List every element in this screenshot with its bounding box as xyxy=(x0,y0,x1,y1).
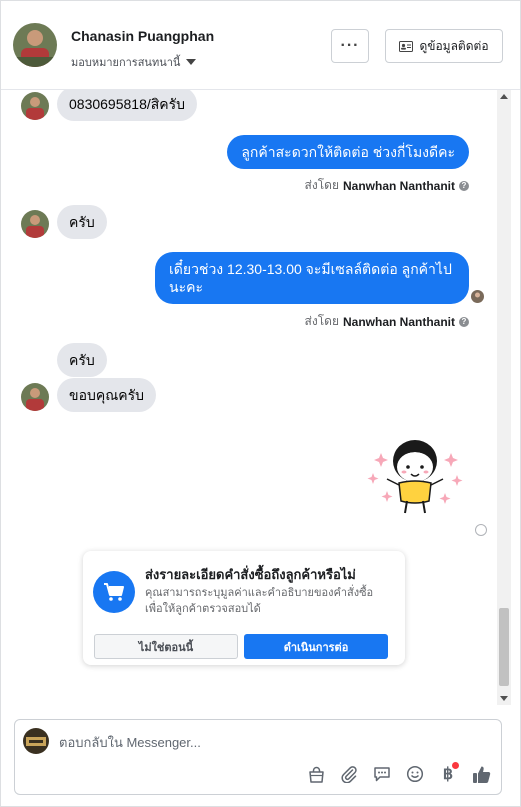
smiley-icon[interactable] xyxy=(403,762,427,786)
chat-scrollbar[interactable] xyxy=(497,90,511,705)
reply-input[interactable] xyxy=(59,732,439,752)
sent-by-label: ส่งโดย Nanwhan Nanthanit ? xyxy=(305,312,469,331)
sender-avatar xyxy=(21,383,49,411)
view-contact-info-button[interactable]: ดูข้อมูลติดต่อ xyxy=(385,29,503,63)
seen-icon xyxy=(475,524,487,536)
continue-button[interactable]: ดำเนินการต่อ xyxy=(244,634,388,659)
order-card-description: คุณสามารถระบุมูลค่าและคำอธิบายของคำสั่งซ… xyxy=(145,587,374,615)
scrollbar-thumb[interactable] xyxy=(499,608,509,686)
sent-by-label: ส่งโดย Nanwhan Nanthanit ? xyxy=(305,176,469,195)
contact-avatar[interactable] xyxy=(13,23,57,67)
order-card-title: ส่งรายละเอียดคำสั่งซื้อถึงลูกค้าหรือไม่ xyxy=(145,567,356,582)
not-now-button[interactable]: ไม่ใช่ตอนนี้ xyxy=(94,634,238,659)
more-options-button[interactable]: ··· xyxy=(331,29,369,63)
message-bubble-incoming[interactable]: 0830695818/สิครับ xyxy=(57,90,198,121)
cart-icon xyxy=(93,571,135,613)
scroll-down-arrow-icon[interactable] xyxy=(500,696,508,701)
assign-conversation-dropdown[interactable]: มอบหมายการสนทนานี้ xyxy=(71,53,197,71)
thumbs-up-icon[interactable] xyxy=(469,762,493,786)
page-avatar xyxy=(23,728,49,754)
message-bubble-outgoing[interactable]: เดี๋ยวช่วง 12.30-13.00 จะมีเซลล์ติดต่อ ล… xyxy=(155,252,469,304)
message-bubble-incoming[interactable]: ครับ xyxy=(57,205,107,239)
scroll-up-arrow-icon[interactable] xyxy=(500,94,508,99)
sent-by-prefix: ส่งโดย xyxy=(304,314,339,328)
sender-avatar xyxy=(21,210,49,238)
messenger-window: Chanasin Puangphan มอบหมายการสนทนานี้ ··… xyxy=(0,0,521,807)
help-icon[interactable]: ? xyxy=(459,180,469,191)
chevron-down-icon xyxy=(186,59,197,65)
chat-bubble-icon[interactable] xyxy=(370,762,394,786)
sticker-message[interactable] xyxy=(363,435,467,521)
sent-by-name: Nanwhan Nanthanit xyxy=(342,314,455,329)
contact-name[interactable]: Chanasin Puangphan xyxy=(71,28,214,44)
more-options-icon: ··· xyxy=(340,37,360,54)
seen-by-avatar xyxy=(471,290,484,303)
bag-icon[interactable] xyxy=(304,762,328,786)
conversation-header: Chanasin Puangphan มอบหมายการสนทนานี้ ··… xyxy=(1,1,520,90)
message-bubble-incoming[interactable]: ครับ xyxy=(57,343,107,377)
baht-icon[interactable]: ฿ xyxy=(436,762,460,786)
sender-avatar xyxy=(21,92,49,120)
help-icon[interactable]: ? xyxy=(459,316,469,327)
notification-dot xyxy=(452,762,459,769)
sent-by-prefix: ส่งโดย xyxy=(304,178,339,192)
assign-label: มอบหมายการสนทนานี้ xyxy=(71,57,181,69)
message-bubble-outgoing[interactable]: ลูกค้าสะดวกให้ติดต่อ ช่วงกี่โมงดีคะ xyxy=(227,135,469,169)
sent-by-name: Nanwhan Nanthanit xyxy=(342,178,455,193)
view-contact-info-label: ดูข้อมูลติดต่อ xyxy=(419,38,489,53)
paperclip-icon[interactable] xyxy=(337,762,361,786)
message-composer: ฿ xyxy=(14,719,502,795)
message-thread: 0830695818/สิครับ ลูกค้าสะดวกให้ติดต่อ ช… xyxy=(1,90,497,705)
message-bubble-incoming[interactable]: ขอบคุณครับ xyxy=(57,378,156,412)
composer-toolbar: ฿ xyxy=(304,762,493,786)
order-details-prompt-card: ส่งรายละเอียดคำสั่งซื้อถึงลูกค้าหรือไม่ … xyxy=(83,551,405,665)
contact-card-icon xyxy=(399,40,414,52)
